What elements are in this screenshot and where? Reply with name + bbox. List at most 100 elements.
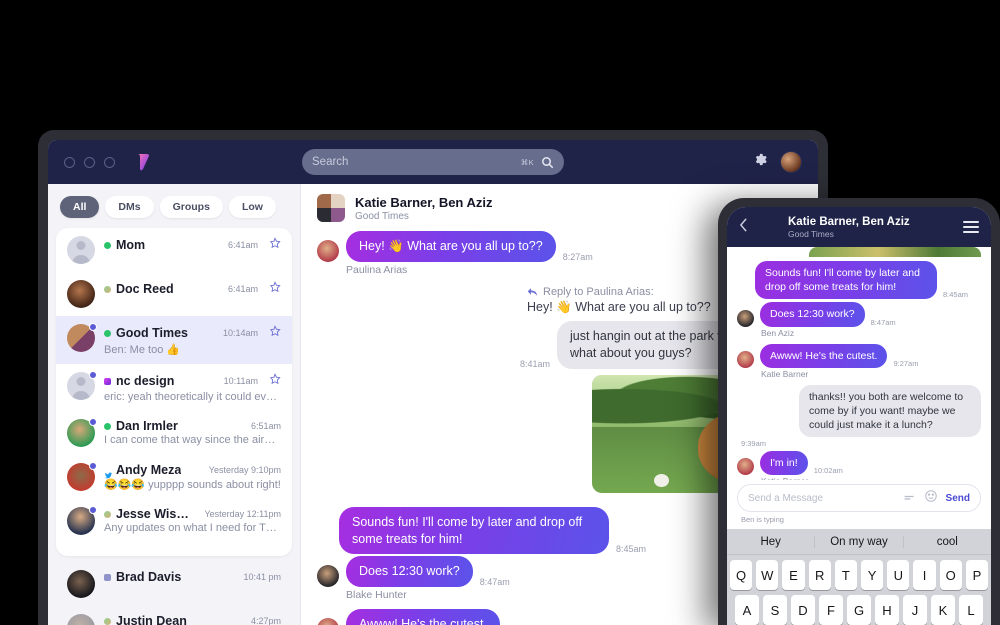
phone-message-bubble[interactable]: Awww! He's the cutest. <box>760 343 888 368</box>
star-icon[interactable] <box>269 236 281 254</box>
message-timestamp: 8:45am <box>616 544 647 555</box>
star-icon[interactable] <box>269 372 281 390</box>
presence-indicator-twitter <box>104 467 113 478</box>
hamburger-menu-icon[interactable] <box>963 218 979 236</box>
app-logo-icon <box>131 151 153 173</box>
message-avatar <box>317 618 339 625</box>
conversation-timestamp: 6:41am <box>227 240 258 250</box>
key-g[interactable]: G <box>847 595 871 625</box>
phone-message-bubble[interactable]: Does 12:30 work? <box>760 302 865 327</box>
phone-message-bubble[interactable]: Sounds fun! I'll come by later and drop … <box>755 261 937 300</box>
conversation-item[interactable]: Good Times 10:14am Ben: Me too 👍 <box>56 316 292 364</box>
phone-message-bubble[interactable]: I'm in! <box>760 451 808 476</box>
key-h[interactable]: H <box>875 595 899 625</box>
close-button[interactable] <box>64 156 75 168</box>
phone-chat-header: Katie Barner, Ben Aziz Good Times <box>727 207 991 247</box>
conversation-item[interactable]: Mom 6:41am <box>56 228 292 272</box>
phone-composer-wrap: Send Ben is typing <box>727 480 991 529</box>
message-bubble[interactable]: Hey! 👋 What are you all up to?? <box>346 231 556 262</box>
key-k[interactable]: K <box>931 595 955 625</box>
key-r[interactable]: R <box>808 560 831 590</box>
key-q[interactable]: Q <box>729 560 753 590</box>
conversation-name: Justin Dean <box>116 614 187 625</box>
filter-pill-low[interactable]: Low <box>228 196 276 218</box>
send-button[interactable]: Send <box>946 493 970 504</box>
key-p[interactable]: P <box>965 560 989 590</box>
key-d[interactable]: D <box>791 595 815 625</box>
conversation-main: Andy Meza Yesterday 9:10pm 😂😂😂 yupppp soun… <box>104 463 281 491</box>
phone-message-timestamp: 10:02am <box>813 466 843 476</box>
search-bar[interactable]: ⌘K <box>302 149 564 175</box>
phone-message-bubble[interactable]: thanks!! you both are welcome to come by… <box>799 384 981 438</box>
phone-message-sender: Ben Aziz <box>761 327 795 338</box>
star-icon[interactable] <box>269 324 281 342</box>
message-bubble[interactable]: Does 12:30 work? <box>346 556 473 588</box>
key-l[interactable]: L <box>959 595 983 625</box>
phone-composer[interactable]: Send <box>737 484 981 512</box>
conversation-preview: I can come that way since the airport is… <box>104 434 281 446</box>
conversation-item[interactable]: Andy Meza Yesterday 9:10pm 😂😂😂 yupppp soun… <box>56 455 292 499</box>
key-u[interactable]: U <box>887 560 910 590</box>
titlebar-actions <box>753 140 802 184</box>
keyboard-suggestion-cool[interactable]: cool <box>902 535 991 548</box>
star-icon[interactable] <box>269 280 281 298</box>
phone-message-row-incoming: Does 12:30 work? 8:47am <box>737 302 981 327</box>
conversation-title-row: Justin Dean 4:27pm <box>104 614 281 625</box>
key-t[interactable]: T <box>834 560 857 590</box>
keyboard-row-2: ASDFGHJKL <box>727 590 991 625</box>
conversation-name: Good Times <box>116 326 189 340</box>
conversation-item[interactable]: Brad Davis 10:41 pm <box>56 562 292 606</box>
message-bubble[interactable]: Awww! He's the cutest. <box>346 609 500 625</box>
message-input[interactable] <box>748 492 895 504</box>
unread-badge <box>89 418 97 426</box>
key-y[interactable]: Y <box>861 560 884 590</box>
attachment-icon[interactable] <box>903 489 916 507</box>
search-icon[interactable] <box>541 156 554 169</box>
key-s[interactable]: S <box>763 595 787 625</box>
conversation-title-row: Jesse Wisnewski Yesterday 12:11pm <box>104 507 281 521</box>
avatar-wrap <box>67 614 95 625</box>
keyboard-suggestion-on-my-way[interactable]: On my way <box>814 535 902 548</box>
phone-message-avatar <box>737 350 754 368</box>
avatar-wrap <box>67 371 97 400</box>
search-input[interactable] <box>312 156 521 168</box>
conversation-name: Brad Davis <box>116 570 182 584</box>
ball <box>654 473 669 487</box>
chevron-left-icon[interactable] <box>739 217 748 237</box>
window-controls[interactable] <box>64 156 115 168</box>
search-shortcut-hint: ⌘K <box>520 157 534 167</box>
conversation-item[interactable]: nc design 10:11am eric: yeah theoretically… <box>56 364 292 411</box>
gear-icon[interactable] <box>753 152 768 172</box>
maximize-button[interactable] <box>104 156 115 168</box>
conversation-timestamp: Yesterday 9:10pm <box>208 465 281 475</box>
avatar[interactable] <box>780 151 802 173</box>
conversation-timestamp: 10:14am <box>222 328 258 338</box>
key-i[interactable]: I <box>913 560 936 590</box>
conversation-item[interactable]: Justin Dean 4:27pm <box>56 606 292 625</box>
conversation-item[interactable]: Doc Reed 6:41am <box>56 272 292 316</box>
conversation-title-row: Brad Davis 10:41 pm <box>104 570 281 584</box>
filter-pill-dms[interactable]: DMs <box>105 196 154 218</box>
avatar-wrap <box>67 506 97 535</box>
avatar <box>67 614 95 625</box>
conversation-main: Justin Dean 4:27pm <box>104 614 281 625</box>
phone-photo-attachment[interactable] <box>809 247 981 257</box>
key-j[interactable]: J <box>903 595 927 625</box>
message-bubble[interactable]: Sounds fun! I'll come by later and drop … <box>339 506 609 555</box>
key-w[interactable]: W <box>756 560 779 590</box>
minimize-button[interactable] <box>84 156 95 168</box>
conversation-main: Good Times 10:14am Ben: Me too 👍 <box>104 324 281 356</box>
conversation-item[interactable]: Jesse Wisnewski Yesterday 12:11pm Any upda… <box>56 499 292 543</box>
presence-indicator-online <box>104 329 111 337</box>
key-f[interactable]: F <box>819 595 843 625</box>
phone-message-timestamp: 8:47am <box>870 317 896 327</box>
filter-pill-all[interactable]: All <box>60 196 100 218</box>
key-a[interactable]: A <box>735 595 759 625</box>
key-o[interactable]: O <box>939 560 962 590</box>
keyboard-suggestion-hey[interactable]: Hey <box>727 536 814 548</box>
presence-indicator-image <box>104 617 111 625</box>
key-e[interactable]: E <box>782 560 805 590</box>
filter-pill-groups[interactable]: Groups <box>159 196 223 218</box>
emoji-icon[interactable] <box>924 489 938 508</box>
conversation-item[interactable]: Dan Irmler 6:51am I can come that way sinc… <box>56 411 292 455</box>
